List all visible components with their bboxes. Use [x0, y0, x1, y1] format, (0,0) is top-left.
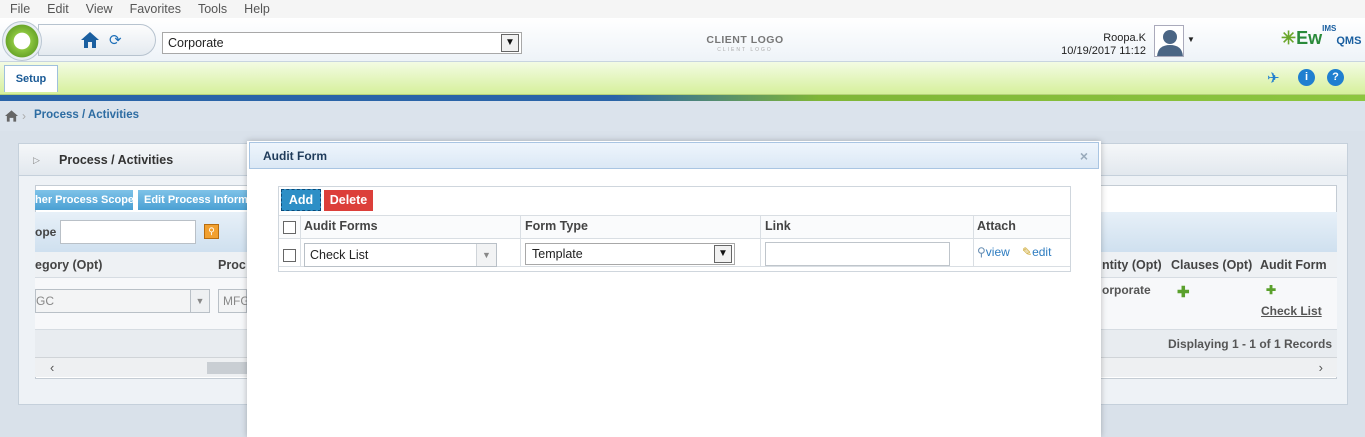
- dialog-titlebar: Audit Form ×: [249, 142, 1099, 169]
- column-divider: [520, 215, 521, 267]
- scroll-left-icon[interactable]: ‹: [50, 360, 54, 375]
- column-divider: [300, 215, 301, 267]
- refresh-icon[interactable]: ⟳: [109, 32, 126, 49]
- app-logo-icon[interactable]: [2, 21, 42, 61]
- form-type-value: Template: [532, 247, 583, 261]
- audit-form-link[interactable]: Check List: [1261, 304, 1322, 318]
- breadcrumb-home-icon[interactable]: [5, 110, 18, 122]
- help-icon[interactable]: ?: [1327, 69, 1344, 86]
- col-form-type[interactable]: Form Type: [525, 219, 588, 233]
- category-combo[interactable]: GC: [35, 289, 191, 313]
- scroll-thumb[interactable]: [207, 362, 247, 374]
- menu-file[interactable]: File: [10, 2, 30, 16]
- organization-select[interactable]: Corporate ▼: [162, 32, 522, 54]
- module-toolbar: Setup ✈ i ?: [0, 62, 1365, 95]
- user-menu-caret-icon[interactable]: ▼: [1187, 35, 1195, 44]
- chevron-down-icon[interactable]: ▼: [714, 245, 732, 263]
- user-name: Roopa.K: [1103, 32, 1146, 44]
- user-silhouette-icon: [1157, 30, 1183, 56]
- column-divider: [973, 215, 974, 267]
- brand-logo: ✳EwIMS QMS: [1281, 24, 1362, 49]
- current-datetime: 10/19/2017 11:12: [1061, 45, 1146, 57]
- add-audit-form-icon[interactable]: ✚: [1266, 283, 1276, 297]
- breadcrumb-separator-icon: ›: [22, 109, 26, 123]
- form-type-select[interactable]: Template ▼: [525, 243, 735, 265]
- col-category[interactable]: egory (Opt): [35, 258, 102, 272]
- col-audit-form[interactable]: Audit Form: [1260, 258, 1327, 272]
- column-divider: [760, 215, 761, 267]
- menu-tools[interactable]: Tools: [198, 2, 227, 16]
- col-audit-forms[interactable]: Audit Forms: [304, 219, 378, 233]
- link-input[interactable]: [765, 242, 950, 266]
- category-combo-value: GC: [36, 294, 54, 308]
- brand-sub: QMS: [1336, 35, 1362, 47]
- add-button[interactable]: Add: [281, 189, 321, 211]
- edit-label: edit: [1032, 245, 1052, 259]
- scope-filter-input[interactable]: [60, 220, 196, 244]
- view-label: view: [985, 245, 1010, 259]
- client-logo-subtext: CLIENT LOGO: [717, 47, 773, 53]
- client-logo: CLIENT LOGO CLIENT LOGO: [703, 34, 787, 56]
- dialog-title: Audit Form: [263, 149, 327, 163]
- col-entity[interactable]: ntity (Opt): [1102, 258, 1162, 272]
- menu-bar: File Edit View Favorites Tools Help: [0, 0, 1365, 18]
- scroll-right-icon[interactable]: ›: [1319, 360, 1323, 375]
- brand-text: Ew: [1296, 28, 1323, 48]
- breadcrumb: › Process / Activities: [0, 101, 1365, 131]
- menu-edit[interactable]: Edit: [47, 2, 69, 16]
- record-count: Displaying 1 - 1 of 1 Records: [1167, 337, 1332, 351]
- chevron-down-icon[interactable]: ▼: [501, 34, 519, 52]
- edit-link[interactable]: ✎edit: [1022, 245, 1051, 259]
- close-icon[interactable]: ×: [1080, 148, 1088, 164]
- audit-form-combo[interactable]: Check List ▼: [304, 243, 497, 267]
- add-clause-icon[interactable]: ✚: [1177, 283, 1190, 301]
- edit-process-info-button[interactable]: Edit Process Inform: [138, 190, 247, 210]
- scope-filter-label: ope: [35, 225, 57, 239]
- tab-setup[interactable]: Setup: [4, 65, 58, 92]
- view-link[interactable]: ⚲view: [977, 245, 1010, 259]
- other-process-scope-button[interactable]: her Process Scope: [35, 190, 133, 210]
- process-panel-title: Process / Activities: [59, 153, 174, 167]
- row-checkbox[interactable]: [283, 249, 296, 262]
- home-icon[interactable]: [80, 30, 100, 50]
- chevron-down-icon[interactable]: ▼: [190, 289, 210, 313]
- col-process[interactable]: Proc: [218, 258, 246, 272]
- col-clauses[interactable]: Clauses (Opt): [1171, 258, 1252, 272]
- organization-select-value: Corporate: [168, 36, 224, 50]
- search-icon[interactable]: ⚲: [204, 224, 219, 239]
- app-header: ⟳ Corporate ▼ CLIENT LOGO CLIENT LOGO Ro…: [0, 18, 1365, 62]
- collapse-icon[interactable]: ▷: [33, 155, 40, 166]
- pencil-icon: ✎: [1022, 245, 1033, 259]
- chevron-down-icon[interactable]: ▼: [476, 244, 496, 266]
- col-link[interactable]: Link: [765, 219, 791, 233]
- info-icon[interactable]: i: [1298, 69, 1315, 86]
- audit-grid-header: [279, 215, 1070, 239]
- entity-value: orporate: [1102, 283, 1151, 297]
- client-logo-text: CLIENT LOGO: [706, 34, 784, 46]
- brand-sup: IMS: [1322, 24, 1337, 33]
- select-all-checkbox[interactable]: [283, 221, 296, 234]
- brand-leaf-icon: ✳: [1281, 28, 1297, 48]
- magnifier-icon: ⚲: [977, 245, 986, 259]
- avatar[interactable]: [1154, 25, 1184, 57]
- process-combo[interactable]: MFG: [218, 289, 250, 313]
- col-attach[interactable]: Attach: [977, 219, 1016, 233]
- menu-view[interactable]: View: [86, 2, 113, 16]
- breadcrumb-current[interactable]: Process / Activities: [34, 109, 139, 121]
- audit-form-combo-value: Check List: [310, 248, 369, 262]
- delete-button[interactable]: Delete: [324, 190, 373, 211]
- pin-icon[interactable]: ✈: [1267, 69, 1280, 87]
- menu-favorites[interactable]: Favorites: [130, 2, 181, 16]
- menu-help[interactable]: Help: [244, 2, 270, 16]
